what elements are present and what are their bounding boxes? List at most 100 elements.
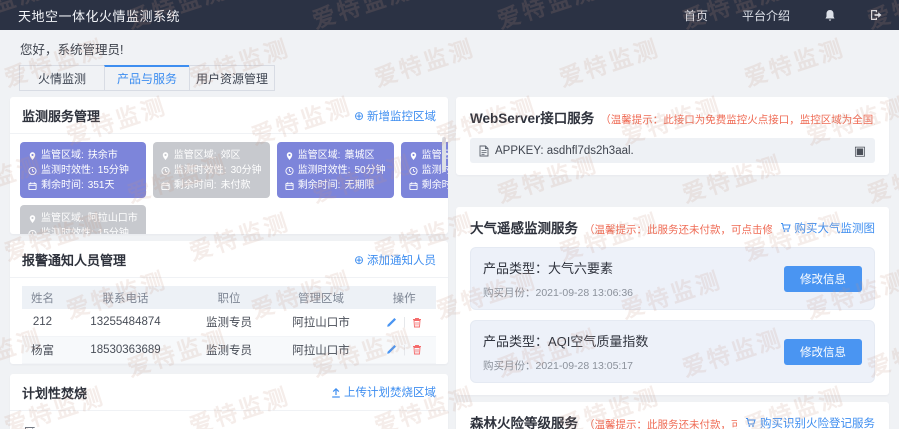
monitor-region-card[interactable]: 监管区域:扶余市 监测时效性:15分钟 剩余时间:351天 — [20, 142, 146, 198]
monitor-service-panel: 监测服务管理 ⊕ 新增监控区域 监管区域:扶余市 监测时效性:15分钟 剩余时间… — [10, 97, 448, 234]
divider: | — [403, 344, 406, 356]
nav-platform-intro[interactable]: 平台介绍 — [742, 7, 790, 24]
buy-fire-risk-link[interactable]: 购买识别火险登记服务 — [745, 415, 875, 429]
tab-fire-monitoring[interactable]: 火情监测 — [19, 65, 105, 91]
alarm-contacts-title: 报警通知人员管理 — [22, 250, 126, 269]
monitor-region-card[interactable]: 监管区域:藁城区 监测时效性:50分钟 剩余时间:无期限 — [277, 142, 394, 198]
monitor-card-grid: 监管区域:扶余市 监测时效性:15分钟 剩余时间:351天 监管区域: 郊区 监测… — [10, 134, 448, 234]
remaining-label: 剩余时间: — [174, 178, 217, 193]
main-content: 监测服务管理 ⊕ 新增监控区域 监管区域:扶余市 监测时效性:15分钟 剩余时间… — [0, 91, 899, 429]
panel-scrollbar[interactable] — [442, 137, 446, 171]
calendar-icon — [161, 181, 170, 191]
timeliness-value: 50分钟 — [354, 163, 385, 178]
cell-position: 监测专员 — [188, 336, 270, 363]
divider: | — [403, 316, 406, 328]
nav-home[interactable]: 首页 — [684, 7, 708, 24]
alarm-contacts-panel: 报警通知人员管理 ⊕ 添加通知人员 姓名 联系电话 职位 管理区域 操作 — [10, 241, 448, 364]
location-pin-icon — [28, 214, 37, 224]
col-phone: 联系电话 — [63, 286, 188, 309]
region-value: 郊区 — [221, 148, 241, 163]
atmosphere-title: 大气遥感监测服务 — [470, 217, 578, 237]
add-monitor-region-label: 新增监控区域 — [367, 108, 436, 124]
appkey-value: APPKEY: asdhfl7ds2h3aal. — [495, 145, 634, 157]
left-column: 监测服务管理 ⊕ 新增监控区域 监管区域:扶余市 监测时效性:15分钟 剩余时间… — [10, 97, 448, 429]
edit-icon[interactable] — [386, 317, 397, 328]
timeliness-value: 15分钟 — [98, 226, 129, 234]
webserver-tip: （温馨提示：此接口为免费监控火点接口，监控区域为全国，可以自行下载进行处理。） — [600, 112, 875, 127]
cart-icon — [745, 417, 756, 428]
calendar-icon — [409, 181, 418, 191]
upload-burn-area-label: 上传计划焚烧区域 — [344, 384, 436, 400]
location-pin-icon — [28, 151, 37, 161]
delete-icon[interactable] — [412, 344, 422, 355]
upload-icon — [331, 387, 341, 398]
cell-phone: 18530363689 — [63, 336, 188, 363]
timeliness-value: 30分钟 — [231, 163, 262, 178]
add-contact-link[interactable]: ⊕ 添加通知人员 — [354, 252, 436, 268]
region-value: 扶余市 — [88, 148, 118, 163]
atmosphere-tip: （温馨提示：此服务还未付款，可点击修改信息按钮，进行信息修改或查看商务人员电话） — [584, 222, 772, 237]
planned-burning-title: 计划性焚烧 — [22, 383, 87, 402]
cell-name: 杨富 — [22, 336, 63, 363]
edit-icon[interactable] — [386, 344, 397, 355]
cell-name: 212 — [22, 309, 63, 336]
clock-icon — [28, 229, 37, 235]
clock-icon — [28, 166, 37, 176]
remaining-label: 剩余时间: — [298, 178, 341, 193]
col-region: 管理区域 — [270, 286, 372, 309]
product-card: 产品类型：AQI空气质量指数 购买月份：2021-09-28 13:05:17 … — [470, 320, 875, 383]
location-pin-icon — [409, 151, 418, 161]
table-row: 212 13255484874 监测专员 阿拉山口市 | — [22, 309, 436, 336]
logout-icon[interactable] — [870, 9, 883, 21]
timeliness-label: 监测时效性: — [298, 163, 351, 178]
webserver-title: WebServer接口服务 — [470, 107, 594, 127]
forest-tip: （温馨提示：此服务还未付款，可点击修改信息按钮，进行信息修改或查看商务人员电话） — [584, 417, 737, 429]
planned-burning-panel: 计划性焚烧 上传计划焚烧区域 区域选择 省 请选择▼ 市 请选择▼ 县 — [10, 374, 448, 429]
clock-icon — [409, 166, 418, 176]
product-type-value: AQI空气质量指数 — [548, 334, 648, 349]
tab-products-services[interactable]: 产品与服务 — [104, 65, 190, 91]
cell-region: 阿拉山口市 — [270, 336, 372, 363]
location-pin-icon — [161, 151, 170, 161]
monitor-region-card[interactable]: 监管区域:郊区 监测时效性:30分钟 剩余时间:未付款 — [153, 142, 270, 198]
area-select-label: 区域选择 — [24, 424, 36, 429]
atmosphere-panel: 大气遥感监测服务 （温馨提示：此服务还未付款，可点击修改信息按钮，进行信息修改或… — [456, 207, 889, 395]
add-monitor-region-link[interactable]: ⊕ 新增监控区域 — [354, 108, 436, 124]
calendar-icon — [285, 181, 294, 191]
purchase-date-label: 购买月份： — [483, 287, 536, 299]
buy-atmosphere-link[interactable]: 购买大气监测图 — [780, 220, 876, 236]
monitor-region-card[interactable]: 监管区域:红桥区 监测时效性:15分钟 剩余时间:165天 — [401, 142, 448, 198]
product-type-value: 大气六要素 — [548, 261, 613, 276]
main-tabs: 火情监测 产品与服务 用户资源管理 — [20, 65, 899, 91]
cell-phone: 13255484874 — [63, 309, 188, 336]
burn-area-form: 区域选择 省 请选择▼ 市 请选择▼ 县 请选择▼ 查询 — [10, 411, 448, 429]
region-value: 藁城区 — [344, 148, 374, 163]
calendar-icon — [28, 181, 37, 191]
cart-icon — [780, 222, 791, 233]
forest-panel: 森林火险等级服务 （温馨提示：此服务还未付款，可点击修改信息按钮，进行信息修改或… — [456, 402, 889, 429]
purchase-date-label: 购买月份： — [483, 360, 536, 372]
purchase-date-value: 2021-09-28 13:05:17 — [536, 360, 634, 372]
upload-burn-area-link[interactable]: 上传计划焚烧区域 — [331, 384, 436, 400]
modify-info-button[interactable]: 修改信息 — [784, 339, 862, 365]
modify-info-button[interactable]: 修改信息 — [784, 266, 862, 292]
monitor-region-card[interactable]: 监管区域:阿拉山口市 监测时效性:15分钟 — [20, 205, 146, 234]
col-name: 姓名 — [22, 286, 63, 309]
timeliness-label: 监测时效性: — [174, 163, 227, 178]
location-pin-icon — [285, 151, 294, 161]
delete-icon[interactable] — [412, 317, 422, 328]
purchase-date-value: 2021-09-28 13:06:36 — [536, 287, 634, 299]
timeliness-value: 15分钟 — [98, 163, 129, 178]
qr-code-icon[interactable]: ▣ — [854, 143, 866, 159]
region-label: 监管区域: — [41, 211, 84, 226]
webserver-panel: WebServer接口服务 （温馨提示：此接口为免费监控火点接口，监控区域为全国… — [456, 97, 889, 175]
right-column: WebServer接口服务 （温馨提示：此接口为免费监控火点接口，监控区域为全国… — [456, 97, 889, 429]
tab-user-resources[interactable]: 用户资源管理 — [189, 65, 275, 91]
product-card: 产品类型：大气六要素 购买月份：2021-09-28 13:06:36 修改信息 — [470, 247, 875, 310]
clock-icon — [285, 166, 294, 176]
bell-icon[interactable] — [824, 9, 836, 22]
region-value: 阿拉山口市 — [88, 211, 138, 226]
plus-circle-icon: ⊕ — [354, 110, 364, 122]
remaining-value: 无期限 — [344, 178, 374, 193]
plus-circle-icon: ⊕ — [354, 254, 364, 266]
